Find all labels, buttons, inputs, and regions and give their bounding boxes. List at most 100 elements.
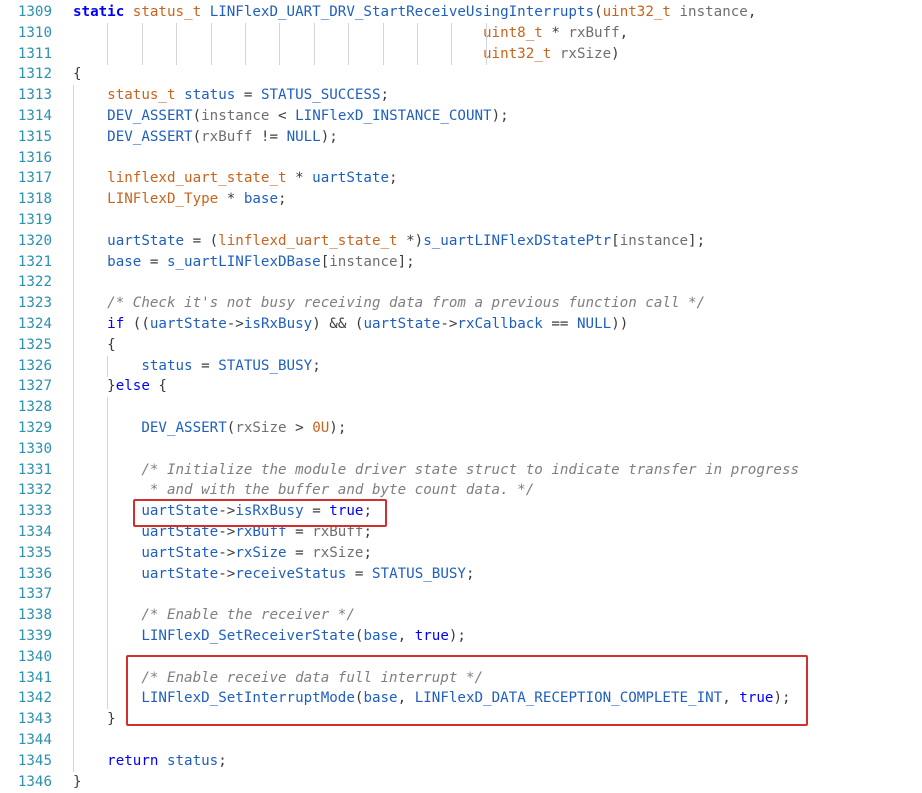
token-punct: ); bbox=[491, 108, 509, 124]
highlight-box-isrxbusy bbox=[133, 499, 387, 528]
token-punct: -> bbox=[226, 316, 244, 332]
indent-guide bbox=[73, 667, 74, 689]
token-punct: , bbox=[619, 24, 629, 41]
indent-guide bbox=[279, 22, 281, 44]
token-punct: = bbox=[235, 87, 261, 104]
line-number: 1330 bbox=[17, 440, 52, 457]
token-fn: LINFlexD_SetReceiverState bbox=[141, 628, 355, 644]
code-text: } bbox=[73, 772, 82, 793]
line-number: 1311 bbox=[17, 45, 52, 62]
token-punct: > bbox=[286, 420, 313, 436]
token-punct: )) bbox=[611, 316, 629, 332]
indent-guide bbox=[107, 605, 109, 627]
indent-guide bbox=[313, 22, 315, 44]
line-number: 1326 bbox=[17, 357, 52, 374]
indent-guide bbox=[107, 480, 109, 502]
code-line[interactable]: 1329 DEV_ASSERT(rxSize > 0U); bbox=[0, 418, 922, 439]
code-line[interactable]: 1317 linflexd_uart_state_t * uartState; bbox=[0, 168, 922, 189]
indent-guide bbox=[107, 584, 109, 606]
code-line[interactable]: 1311 uint32_t rxSize) bbox=[0, 44, 922, 65]
line-number: 1315 bbox=[17, 128, 52, 145]
code-line[interactable]: 1346} bbox=[0, 772, 922, 793]
token-punct: *) bbox=[397, 232, 424, 249]
code-line[interactable]: 1318 LINFlexD_Type * base; bbox=[0, 189, 922, 210]
indent-guide bbox=[73, 501, 74, 523]
token-punct bbox=[73, 170, 107, 186]
token-punct bbox=[73, 254, 107, 270]
token-punct: [ bbox=[320, 253, 330, 270]
token-param: rxSize bbox=[235, 420, 287, 436]
token-punct bbox=[73, 316, 107, 332]
token-param: rxBuff bbox=[201, 128, 253, 145]
code-line[interactable]: 1337 bbox=[0, 584, 922, 605]
code-line[interactable]: 1319 bbox=[0, 210, 922, 231]
code-line[interactable]: 1316 bbox=[0, 148, 922, 169]
code-line[interactable]: 1314 DEV_ASSERT(instance < LINFlexD_INST… bbox=[0, 106, 922, 127]
code-line[interactable]: 1336 uartState->receiveStatus = STATUS_B… bbox=[0, 564, 922, 585]
token-type: linflexd_uart_state_t bbox=[218, 232, 398, 249]
token-punct bbox=[73, 191, 107, 207]
code-line[interactable]: 1325 { bbox=[0, 335, 922, 356]
code-line[interactable]: 1328 bbox=[0, 397, 922, 418]
indent-guide bbox=[417, 43, 418, 65]
code-line[interactable]: 1312 { bbox=[0, 64, 922, 85]
code-text: uint8_t * rxBuff, bbox=[73, 23, 628, 44]
token-type: status_t bbox=[107, 87, 176, 104]
indent-guide bbox=[73, 626, 74, 647]
code-line[interactable]: 1323 /* Check it's not busy receiving da… bbox=[0, 293, 922, 314]
code-line[interactable]: 1330 bbox=[0, 439, 922, 460]
indent-guide bbox=[107, 667, 109, 689]
code-line[interactable]: 1331 /* Initialize the module driver sta… bbox=[0, 460, 922, 481]
indent-guide bbox=[417, 22, 418, 44]
token-macro: NULL bbox=[577, 316, 612, 332]
code-line[interactable]: 1345 return status; bbox=[0, 751, 922, 772]
token-var: uartState bbox=[149, 316, 227, 332]
line-number: 1336 bbox=[17, 565, 52, 582]
token-comment: /* Check it's not busy receiving data fr… bbox=[107, 295, 706, 312]
indent-guide bbox=[73, 542, 74, 564]
indent-guide bbox=[382, 22, 384, 44]
code-line[interactable]: 1338 /* Enable the receiver */ bbox=[0, 605, 922, 626]
code-line[interactable]: 1310 uint8_t * rxBuff, bbox=[0, 23, 922, 44]
code-editor[interactable]: 1309 static status_t LINFlexD_UART_DRV_St… bbox=[0, 0, 922, 790]
indent-guide bbox=[107, 501, 109, 523]
code-line[interactable]: 1339 LINFlexD_SetReceiverState(base, tru… bbox=[0, 626, 922, 647]
indent-guide bbox=[279, 43, 281, 65]
code-line[interactable]: 1322 bbox=[0, 272, 922, 293]
code-line[interactable]: 1335 uartState->rxSize = rxSize; bbox=[0, 543, 922, 564]
indent-guide bbox=[107, 438, 109, 460]
token-param: rxSize bbox=[312, 544, 364, 561]
indent-guide bbox=[73, 210, 74, 231]
line-number: 1343 bbox=[17, 711, 52, 728]
line-number: 1346 bbox=[17, 773, 52, 790]
code-text: DEV_ASSERT(rxBuff != NULL); bbox=[73, 127, 338, 148]
code-line[interactable]: 1309 static status_t LINFlexD_UART_DRV_St… bbox=[0, 2, 922, 23]
code-line[interactable]: 1324 if ((uartState->isRxBusy) && (uartS… bbox=[0, 314, 922, 335]
token-macro: NULL bbox=[286, 128, 321, 145]
token-var: rxSize bbox=[235, 544, 287, 561]
line-number: 1320 bbox=[17, 232, 52, 249]
indent-guide bbox=[73, 334, 74, 356]
token-var: status bbox=[166, 752, 219, 769]
line-number: 1340 bbox=[17, 648, 52, 665]
code-line[interactable]: 1313 status_t status = STATUS_SUCCESS; bbox=[0, 85, 922, 106]
line-number: 1309 bbox=[17, 4, 52, 20]
code-text: LINFlexD_Type * base; bbox=[73, 189, 286, 210]
line-number: 1333 bbox=[17, 503, 52, 520]
token-param: instance bbox=[619, 232, 689, 249]
code-line[interactable]: 1326 status = STATUS_BUSY; bbox=[0, 356, 922, 377]
code-line[interactable]: 1320 uartState = (linflexd_uart_state_t … bbox=[0, 231, 922, 252]
token-punct: -> bbox=[218, 544, 236, 561]
token-punct: -> bbox=[440, 316, 458, 332]
token-punct bbox=[73, 753, 107, 769]
token-punct: * bbox=[286, 170, 313, 187]
indent-guide bbox=[73, 355, 74, 377]
indent-guide bbox=[73, 126, 74, 148]
indent-guide bbox=[451, 22, 453, 44]
code-line[interactable]: 1344 bbox=[0, 730, 922, 751]
code-text: DEV_ASSERT(rxSize > 0U); bbox=[73, 418, 346, 439]
code-line[interactable]: 1315 DEV_ASSERT(rxBuff != NULL); bbox=[0, 127, 922, 148]
code-line[interactable]: 1321 base = s_uartLINFlexDBase[instance]… bbox=[0, 252, 922, 273]
token-macro: DEV_ASSERT bbox=[107, 108, 193, 124]
code-line[interactable]: 1327 }else { bbox=[0, 376, 922, 397]
